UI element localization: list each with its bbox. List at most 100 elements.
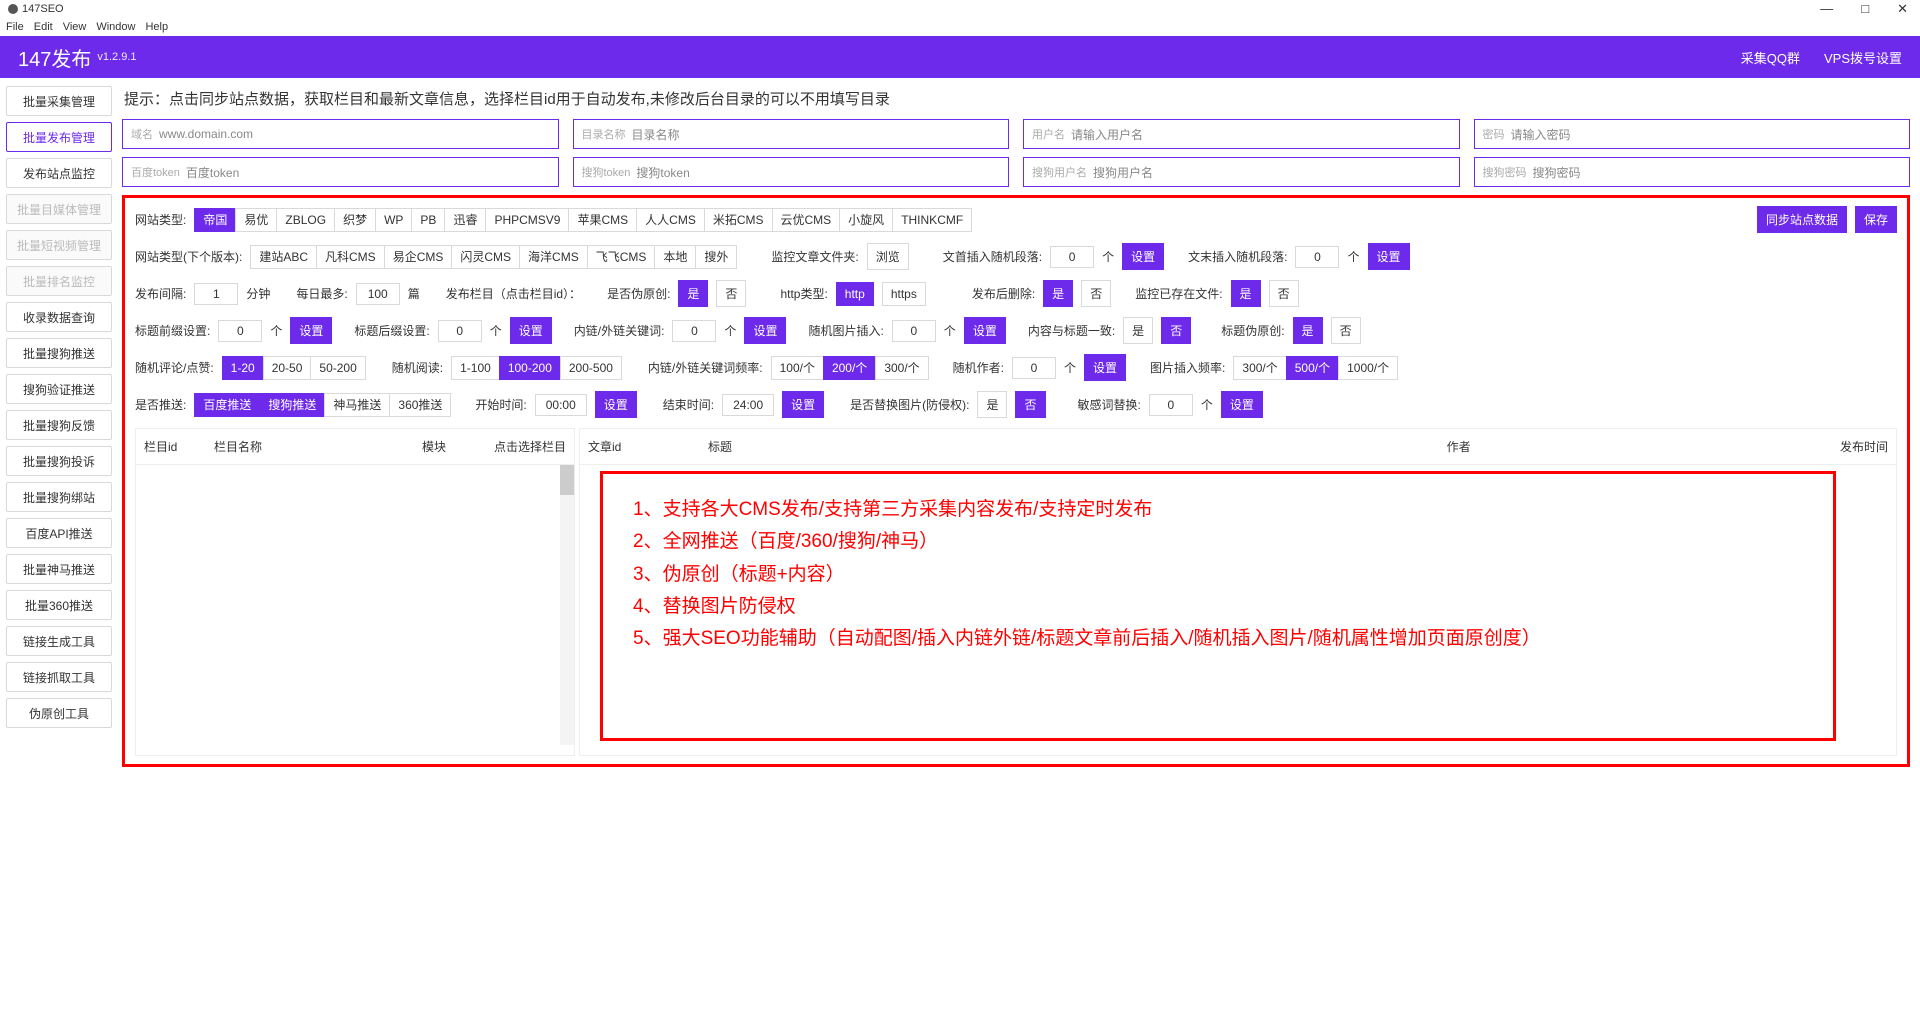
read-range-1[interactable]: 100-200 <box>499 356 561 380</box>
cms-option-7[interactable]: PHPCMSV9 <box>485 208 569 232</box>
menu-window[interactable]: Window <box>96 21 135 33</box>
push-option-1[interactable]: 搜狗推送 <box>259 393 325 417</box>
cms-option-13[interactable]: THINKCMF <box>892 208 972 232</box>
sidebar-item-15[interactable]: 链接生成工具 <box>6 626 112 656</box>
cms-option-11[interactable]: 云优CMS <box>772 208 841 232</box>
sens-val[interactable]: 0 <box>1149 394 1193 416</box>
scrollbar[interactable] <box>560 465 574 745</box>
daily-input[interactable]: 100 <box>356 283 400 305</box>
imgfreq-2[interactable]: 1000/个 <box>1338 356 1398 380</box>
input-box-1-3[interactable]: 搜狗密码搜狗密码 <box>1474 157 1911 187</box>
cms-option-4[interactable]: WP <box>375 208 412 232</box>
sidebar-item-5[interactable]: 批量排名监控 <box>6 266 112 296</box>
sidebar-item-4[interactable]: 批量短视频管理 <box>6 230 112 260</box>
pseudo-no[interactable]: 否 <box>716 280 746 307</box>
prefix-set[interactable]: 设置 <box>290 317 332 344</box>
cmsnext-option-6[interactable]: 本地 <box>654 245 696 269</box>
cms-option-12[interactable]: 小旋风 <box>839 208 893 232</box>
cms-option-2[interactable]: ZBLOG <box>276 208 335 232</box>
img-val[interactable]: 0 <box>892 320 936 342</box>
browse-button[interactable]: 浏览 <box>867 243 909 270</box>
sync-button[interactable]: 同步站点数据 <box>1757 206 1847 233</box>
sidebar-item-10[interactable]: 批量搜狗投诉 <box>6 446 112 476</box>
delete-yes[interactable]: 是 <box>1043 280 1073 307</box>
front-set-button[interactable]: 设置 <box>1122 243 1164 270</box>
prefix-val[interactable]: 0 <box>218 320 262 342</box>
cmsnext-option-7[interactable]: 搜外 <box>695 245 737 269</box>
cms-option-10[interactable]: 米拓CMS <box>704 208 773 232</box>
input-box-0-3[interactable]: 密码请输入密码 <box>1474 119 1911 149</box>
http-option[interactable]: http <box>836 282 874 306</box>
maximize-button[interactable]: □ <box>1857 1 1873 17</box>
start-time[interactable]: 00:00 <box>535 394 587 416</box>
link-set[interactable]: 设置 <box>744 317 786 344</box>
cms-option-1[interactable]: 易优 <box>235 208 277 232</box>
sens-set[interactable]: 设置 <box>1221 391 1263 418</box>
pseudo-yes[interactable]: 是 <box>678 280 708 307</box>
push-option-2[interactable]: 神马推送 <box>324 393 390 417</box>
suffix-val[interactable]: 0 <box>438 320 482 342</box>
exists-yes[interactable]: 是 <box>1231 280 1261 307</box>
sidebar-item-8[interactable]: 搜狗验证推送 <box>6 374 112 404</box>
cmsnext-option-5[interactable]: 飞飞CMS <box>587 245 656 269</box>
cms-option-0[interactable]: 帝国 <box>194 208 236 232</box>
sidebar-item-9[interactable]: 批量搜狗反馈 <box>6 410 112 440</box>
read-range-0[interactable]: 1-100 <box>451 356 500 380</box>
input-box-1-0[interactable]: 百度token百度token <box>122 157 559 187</box>
suffix-set[interactable]: 设置 <box>510 317 552 344</box>
ptitle-no[interactable]: 否 <box>1331 317 1361 344</box>
cms-option-5[interactable]: PB <box>411 208 445 232</box>
cmsnext-option-0[interactable]: 建站ABC <box>250 245 317 269</box>
cms-option-3[interactable]: 织梦 <box>334 208 376 232</box>
front-insert-value[interactable]: 0 <box>1050 246 1094 268</box>
sidebar-item-1[interactable]: 批量发布管理 <box>6 122 112 152</box>
img-set[interactable]: 设置 <box>964 317 1006 344</box>
linkfreq-0[interactable]: 100/个 <box>771 356 824 380</box>
close-button[interactable]: ✕ <box>1893 1 1912 17</box>
sidebar-item-14[interactable]: 批量360推送 <box>6 590 112 620</box>
comment-range-2[interactable]: 50-200 <box>310 356 365 380</box>
cmsnext-option-1[interactable]: 凡科CMS <box>316 245 385 269</box>
input-box-0-0[interactable]: 域名www.domain.com <box>122 119 559 149</box>
push-option-3[interactable]: 360推送 <box>389 393 451 417</box>
push-option-0[interactable]: 百度推送 <box>194 393 260 417</box>
cms-option-9[interactable]: 人人CMS <box>636 208 705 232</box>
cmsnext-option-4[interactable]: 海洋CMS <box>519 245 588 269</box>
save-button[interactable]: 保存 <box>1855 206 1897 233</box>
menu-edit[interactable]: Edit <box>34 21 53 33</box>
input-box-1-1[interactable]: 搜狗token搜狗token <box>573 157 1010 187</box>
menu-view[interactable]: View <box>63 21 87 33</box>
input-box-0-1[interactable]: 目录名称目录名称 <box>573 119 1010 149</box>
match-no[interactable]: 否 <box>1161 317 1191 344</box>
author-val[interactable]: 0 <box>1012 357 1056 379</box>
sidebar-item-6[interactable]: 收录数据查询 <box>6 302 112 332</box>
sidebar-item-3[interactable]: 批量目媒体管理 <box>6 194 112 224</box>
minimize-button[interactable]: — <box>1816 1 1837 17</box>
cms-option-8[interactable]: 苹果CMS <box>568 208 637 232</box>
menu-help[interactable]: Help <box>145 21 168 33</box>
read-range-2[interactable]: 200-500 <box>560 356 622 380</box>
sidebar-item-2[interactable]: 发布站点监控 <box>6 158 112 188</box>
linkfreq-2[interactable]: 300/个 <box>875 356 928 380</box>
cms-option-6[interactable]: 迅睿 <box>444 208 486 232</box>
delete-no[interactable]: 否 <box>1081 280 1111 307</box>
sidebar-item-17[interactable]: 伪原创工具 <box>6 698 112 728</box>
qq-group-link[interactable]: 采集QQ群 <box>1741 48 1800 67</box>
linkfreq-1[interactable]: 200/个 <box>823 356 876 380</box>
sidebar-item-16[interactable]: 链接抓取工具 <box>6 662 112 692</box>
input-box-0-2[interactable]: 用户名请输入用户名 <box>1023 119 1460 149</box>
end-time[interactable]: 24:00 <box>722 394 774 416</box>
sidebar-item-0[interactable]: 批量采集管理 <box>6 86 112 116</box>
author-set[interactable]: 设置 <box>1084 354 1126 381</box>
menu-file[interactable]: File <box>6 21 24 33</box>
input-box-1-2[interactable]: 搜狗用户名搜狗用户名 <box>1023 157 1460 187</box>
cmsnext-option-3[interactable]: 闪灵CMS <box>451 245 520 269</box>
cmsnext-option-2[interactable]: 易企CMS <box>384 245 453 269</box>
end-insert-value[interactable]: 0 <box>1295 246 1339 268</box>
imgfreq-1[interactable]: 500/个 <box>1286 356 1339 380</box>
end-set-button[interactable]: 设置 <box>1368 243 1410 270</box>
comment-range-0[interactable]: 1-20 <box>222 356 264 380</box>
sidebar-item-11[interactable]: 批量搜狗绑站 <box>6 482 112 512</box>
link-val[interactable]: 0 <box>672 320 716 342</box>
comment-range-1[interactable]: 20-50 <box>263 356 312 380</box>
